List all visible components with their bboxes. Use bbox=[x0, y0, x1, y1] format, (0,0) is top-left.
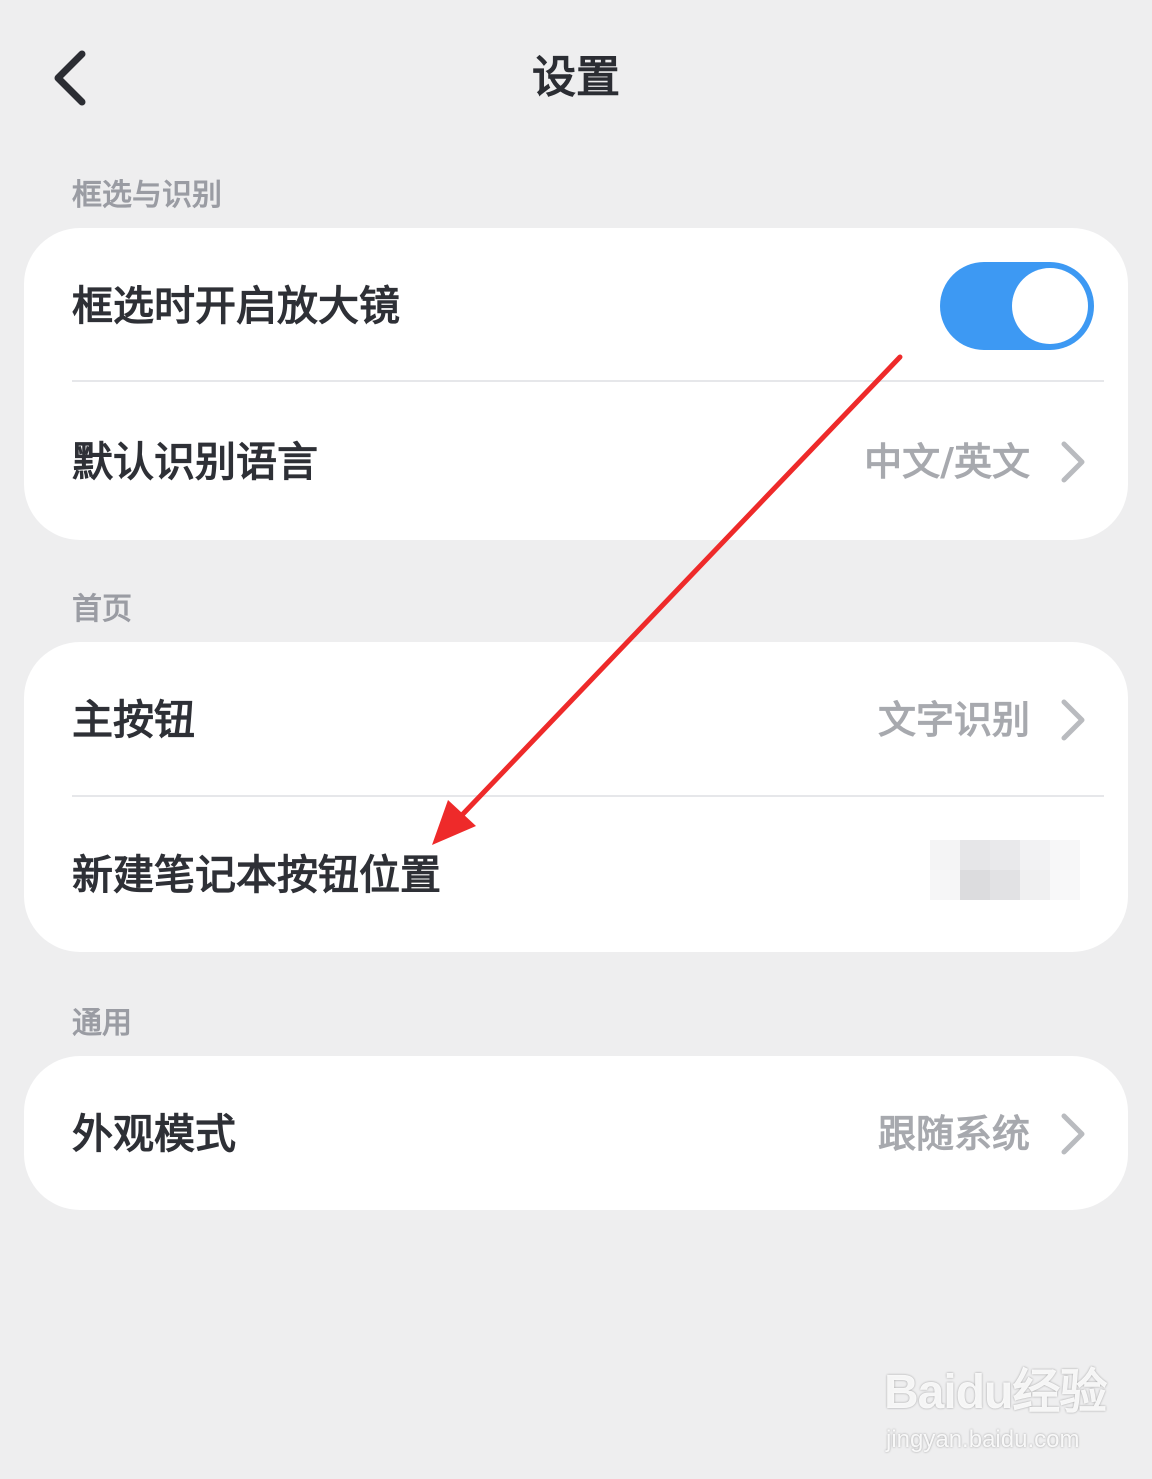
row-label: 外观模式 bbox=[72, 1110, 236, 1158]
watermark-brand: Baidu经验 bbox=[884, 1366, 1107, 1419]
chevron-right-icon bbox=[1061, 1113, 1085, 1155]
chevron-right-icon bbox=[1061, 441, 1085, 483]
divider bbox=[72, 380, 1104, 382]
top-bar: 设置 bbox=[0, 0, 1152, 160]
settings-card-recognition: 框选时开启放大镜 默认识别语言 中文/英文 bbox=[24, 228, 1128, 540]
toggle-knob bbox=[1012, 268, 1088, 344]
magnifier-toggle[interactable] bbox=[940, 262, 1094, 350]
row-default-language[interactable]: 默认识别语言 中文/英文 bbox=[24, 384, 1128, 540]
row-label: 默认识别语言 bbox=[72, 438, 318, 486]
settings-card-general: 外观模式 跟随系统 bbox=[24, 1056, 1128, 1210]
row-label: 主按钮 bbox=[72, 696, 195, 744]
mosaic-redaction bbox=[930, 840, 1080, 900]
section-label-recognition: 框选与识别 bbox=[72, 178, 222, 213]
row-label: 框选时开启放大镜 bbox=[72, 282, 400, 330]
row-appearance-mode[interactable]: 外观模式 跟随系统 bbox=[24, 1056, 1128, 1210]
row-value: 文字识别 bbox=[877, 698, 1030, 742]
row-value: 中文/英文 bbox=[864, 440, 1030, 484]
row-value: 跟随系统 bbox=[877, 1112, 1030, 1156]
baidu-watermark: Baidu经验 jingyan.baidu.com bbox=[880, 1350, 1110, 1460]
page-title: 设置 bbox=[532, 52, 620, 103]
settings-card-home: 主按钮 文字识别 新建笔记本按钮位置 bbox=[24, 642, 1128, 952]
row-magnifier[interactable]: 框选时开启放大镜 bbox=[24, 228, 1128, 384]
row-main-button[interactable]: 主按钮 文字识别 bbox=[24, 642, 1128, 796]
row-label: 新建笔记本按钮位置 bbox=[72, 851, 441, 899]
watermark-url: jingyan.baidu.com bbox=[886, 1426, 1080, 1453]
section-label-general: 通用 bbox=[72, 1006, 132, 1041]
section-label-home: 首页 bbox=[72, 592, 132, 627]
chevron-right-icon bbox=[1061, 699, 1085, 741]
